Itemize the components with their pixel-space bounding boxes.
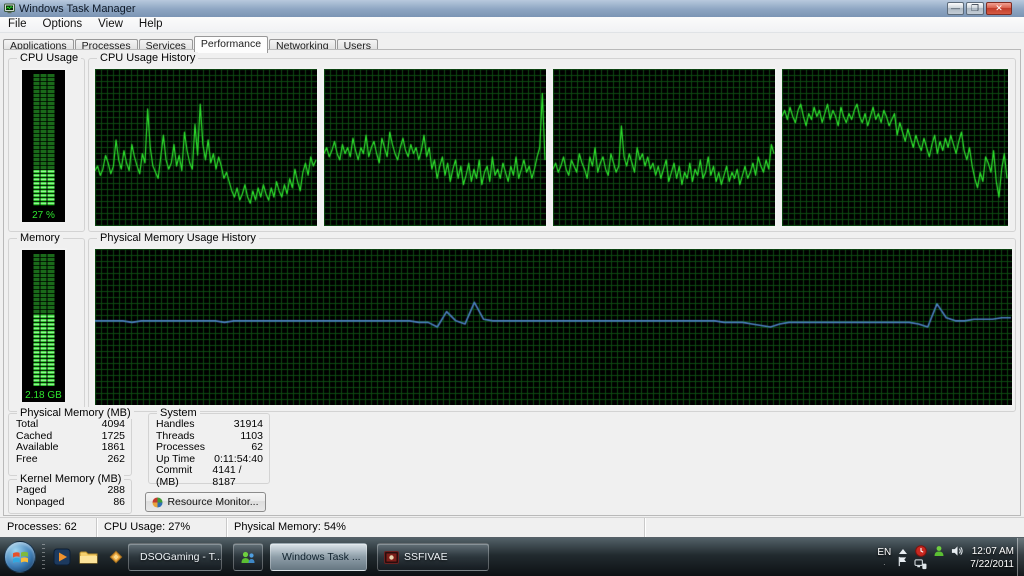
stat-value: 1861 [102,442,125,454]
cpu-usage-label: CPU Usage [17,52,81,64]
stat-value: 262 [107,454,125,466]
menu-file[interactable]: File [0,17,35,32]
tray-time: 12:07 AM [970,545,1014,558]
titlebar[interactable]: Windows Task Manager — ❐ ✕ [0,0,1024,17]
task-manager-icon [4,3,15,14]
taskbar: DSOGaming - T... Windows Task ... [0,537,1024,576]
stat-label: Available [16,442,58,454]
buddies-icon [240,550,256,565]
kernel-memory-groupbox: Kernel Memory (MB) Paged288 Nonpaged86 [8,479,132,514]
stat-label: Paged [16,485,46,497]
stat-label: Total [16,419,38,431]
physical-memory-groupbox: Physical Memory (MB) Total4094 Cached172… [8,413,132,476]
kernel-memory-title: Kernel Memory (MB) [17,473,124,485]
show-desktop-button[interactable] [1017,538,1024,576]
cpu-core4-history-graph [780,67,1010,228]
network-tray-icon[interactable] [914,559,927,570]
table-row: Nonpaged 86 [9,497,131,509]
volume-tray-icon[interactable] [951,545,964,557]
minimize-button[interactable]: — [947,2,964,15]
tray-clock[interactable]: 12:07 AM 7/22/2011 [970,545,1014,571]
cpu-usage-gauge: 27 % [20,68,67,224]
stat-value: 4141 / 8187 [212,465,263,488]
stat-label: Nonpaged [16,497,64,509]
media-player-pinned-icon[interactable] [52,547,72,567]
stat-value: 288 [107,485,125,497]
memory-label: Memory [17,232,63,244]
table-row: Processes 62 [149,442,269,454]
ssfivae-icon [384,551,399,564]
close-button[interactable]: ✕ [986,2,1012,15]
memory-history-groupbox: Physical Memory Usage History [88,238,1016,412]
stat-label: Commit (MB) [156,465,212,488]
screen: Windows Task Manager — ❐ ✕ File Options … [0,0,1024,576]
physical-memory-title: Physical Memory (MB) [17,407,134,419]
status-empty [645,518,1024,537]
taskbar-button-task-manager[interactable]: Windows Task ... [270,543,367,571]
user-status-tray-icon[interactable] [933,545,945,557]
window-title: Windows Task Manager [19,3,136,15]
cpu-core2-history-graph [322,67,548,228]
restore-button[interactable]: ❐ [966,2,984,15]
memory-history-label: Physical Memory Usage History [97,232,259,244]
status-processes: Processes: 62 [0,518,97,537]
resource-monitor-label: Resource Monitor... [167,496,258,508]
cpu-usage-groupbox: CPU Usage 27 % [8,58,85,232]
table-row: Commit (MB)4141 / 8187 [149,465,269,488]
system-groupbox: System Handles31914 Threads1103 Processe… [148,413,270,484]
start-button[interactable] [4,541,36,573]
gem-pinned-icon[interactable] [106,547,126,567]
table-row: Free 262 [9,454,131,466]
stat-label: Processes [156,442,205,454]
stat-label: Free [16,454,38,466]
memory-history-graph [93,247,1014,407]
resource-monitor-button[interactable]: Resource Monitor... [145,492,266,512]
cpu-history-groupbox: CPU Usage History [88,58,1016,232]
table-row: Available 1861 [9,442,131,454]
table-row: Handles 31914 [149,419,269,431]
taskbar-button-ssfivae[interactable]: SSFIVAE [377,543,489,571]
taskbar-button-dsogaming[interactable]: DSOGaming - T... [128,543,222,571]
stat-label: Handles [156,419,195,431]
explorer-folder-pinned-icon[interactable] [78,547,98,567]
taskbar-button-messenger[interactable] [233,543,263,571]
task-manager-window: Windows Task Manager — ❐ ✕ File Options … [0,0,1024,537]
taskbar-drag-handle [42,544,45,571]
taskbar-button-label: Windows Task ... [282,551,361,563]
menu-bar: File Options View Help [0,17,1024,33]
menu-options[interactable]: Options [35,17,91,32]
resource-monitor-icon [152,497,163,508]
taskbar-button-label: SSFIVAE [404,551,448,563]
cpu-core3-history-graph [551,67,777,228]
status-cpu-usage: CPU Usage: 27% [97,518,227,537]
stat-value: 62 [251,442,263,454]
tray-date: 7/22/2011 [970,558,1014,571]
memory-gauge: 2.18 GB [20,248,67,404]
cpu-usage-value: 27 % [22,210,65,221]
table-row: Paged 288 [9,485,131,497]
memory-groupbox: Memory 2.18 GB [8,238,85,412]
status-bar: Processes: 62 CPU Usage: 27% Physical Me… [0,517,1024,537]
cpu-history-label: CPU Usage History [97,52,198,64]
clock-tray-icon[interactable] [915,545,927,557]
tab-strip: ApplicationsProcessesServicesPerformance… [0,33,1024,50]
tray-extra-glyph: · [883,560,886,569]
language-indicator[interactable]: EN [877,547,891,558]
stat-value: 31914 [234,419,263,431]
windows-logo-icon [12,550,29,565]
action-center-flag-icon[interactable] [897,556,908,567]
table-row: Total 4094 [9,419,131,431]
cpu-core1-history-graph [93,67,319,228]
taskbar-button-label: DSOGaming - T... [140,551,222,563]
menu-view[interactable]: View [90,17,131,32]
memory-value: 2.18 GB [22,390,65,401]
stat-value: 86 [113,497,125,509]
tab-performance[interactable]: Performance [194,36,268,53]
system-tray: EN · [877,540,1014,575]
status-physical-memory: Physical Memory: 54% [227,518,645,537]
menu-help[interactable]: Help [131,17,171,32]
stat-value: 4094 [102,419,125,431]
system-title: System [157,407,200,419]
show-hidden-icons-arrow-icon[interactable] [899,549,907,554]
